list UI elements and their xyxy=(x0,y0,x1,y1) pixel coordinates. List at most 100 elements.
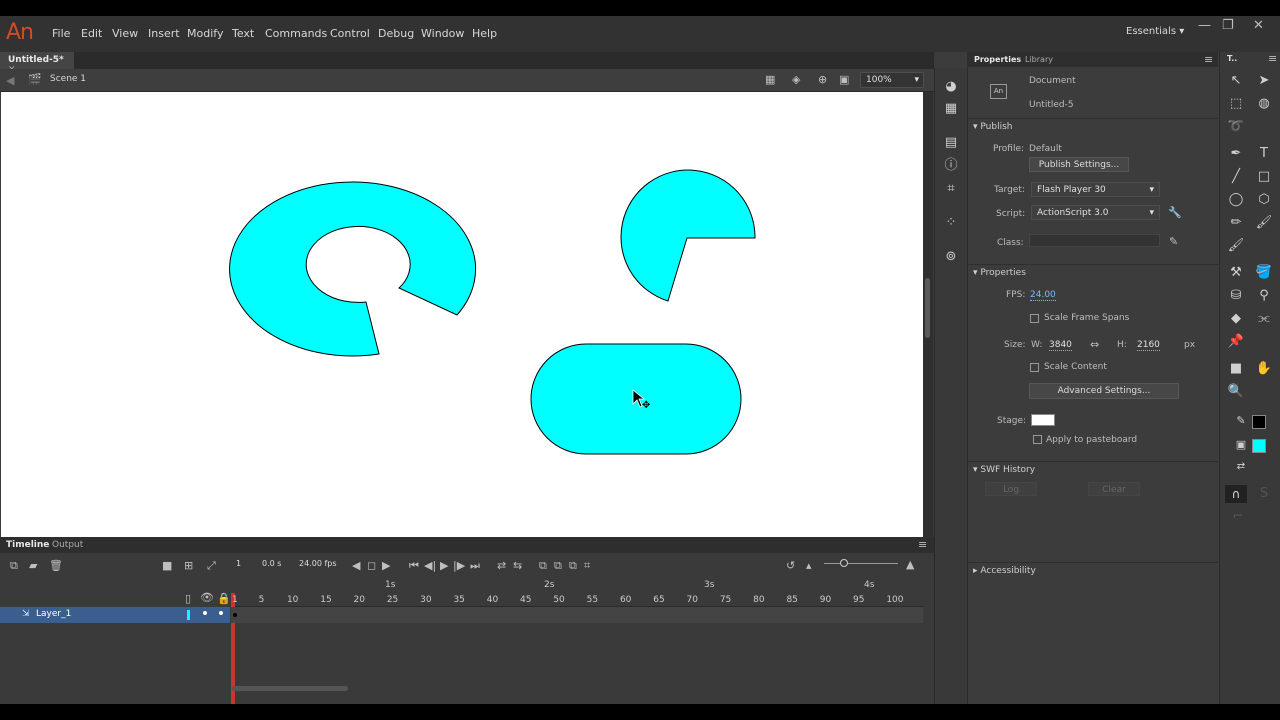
lock-icon[interactable]: 🔒 xyxy=(217,592,231,605)
menu-insert[interactable]: Insert xyxy=(148,27,180,40)
workspace-switcher[interactable]: Essentials ▾ xyxy=(1126,26,1184,37)
vertical-scroll-thumb[interactable] xyxy=(925,278,930,338)
new-folder-icon[interactable]: ▰ xyxy=(29,559,37,572)
text-tool-icon[interactable]: T xyxy=(1255,145,1273,163)
publish-section[interactable]: ▾ Publish xyxy=(973,122,1013,132)
minimize-button[interactable]: — xyxy=(1198,18,1211,33)
show-hide-icon[interactable]: 👁 xyxy=(200,591,214,604)
play-icon[interactable]: ▶ xyxy=(440,559,448,572)
align-icon[interactable]: ▤ xyxy=(942,134,960,152)
lasso-tool-icon[interactable]: ➰ xyxy=(1227,118,1245,136)
menu-window[interactable]: Window xyxy=(421,27,464,40)
rectangle-tool-icon[interactable]: □ xyxy=(1255,168,1273,186)
tab-properties[interactable]: Properties xyxy=(974,55,1021,64)
oval-tool-icon[interactable]: ◯ xyxy=(1227,191,1245,209)
panel-menu-icon[interactable]: ≡ xyxy=(918,538,927,551)
accessibility-section[interactable]: ▸ Accessibility xyxy=(973,566,1036,576)
bone-tool-icon[interactable]: ⚒ xyxy=(1227,264,1245,282)
tab-output[interactable]: Output xyxy=(52,540,83,550)
asset-warp-tool-icon[interactable]: 📌 xyxy=(1227,333,1245,351)
center-stage-icon[interactable]: ⊕ xyxy=(818,73,827,86)
clip-content-icon[interactable]: ▣ xyxy=(839,73,849,86)
close-button[interactable]: ✕ xyxy=(1253,18,1264,33)
insert-keyframe-icon[interactable]: ◻ xyxy=(367,559,376,572)
layer-name[interactable]: Layer_1 xyxy=(36,609,71,619)
stage[interactable]: ✥ xyxy=(1,92,923,540)
brush-tool-icon[interactable]: 🖌 xyxy=(1227,237,1245,255)
elapsed-time[interactable]: 0.0 s xyxy=(262,559,281,568)
info-icon[interactable]: ⓘ xyxy=(942,157,960,175)
delete-layer-icon[interactable]: 🗑 xyxy=(49,559,63,572)
edit-scene-icon[interactable]: ▦ xyxy=(765,73,775,86)
step-forward-icon[interactable]: |▶ xyxy=(453,559,465,572)
snap-to-objects-icon[interactable]: ∩ xyxy=(1225,485,1247,503)
layer-depth-icon[interactable]: ⤢ xyxy=(207,559,216,573)
current-frame[interactable]: 1 xyxy=(236,559,241,568)
fill-color-swatch[interactable] xyxy=(1252,439,1266,453)
pie-shape[interactable] xyxy=(620,169,756,302)
layer-color-swatch[interactable] xyxy=(187,610,190,620)
camera-icon[interactable]: ■ xyxy=(162,559,172,572)
menu-view[interactable]: View xyxy=(112,27,138,40)
loop-icon[interactable]: ⇄ xyxy=(497,559,506,572)
clear-button[interactable]: Clear xyxy=(1088,482,1140,496)
menu-debug[interactable]: Debug xyxy=(378,27,414,40)
zoom-select[interactable]: 100% ▾ xyxy=(860,72,924,88)
width-value[interactable]: 3840 xyxy=(1049,340,1072,351)
straighten-icon[interactable]: ⌐ xyxy=(1229,508,1247,526)
menu-edit[interactable]: Edit xyxy=(81,27,102,40)
next-keyframe-icon[interactable]: ▶ xyxy=(382,559,390,572)
frame-cells[interactable] xyxy=(231,607,923,623)
tab-library[interactable]: Library xyxy=(1025,55,1053,64)
layer-row[interactable] xyxy=(0,607,230,623)
scale-frame-spans-checkbox[interactable] xyxy=(1030,314,1039,323)
pencil-tool-icon[interactable]: ✏ xyxy=(1227,214,1245,232)
stroke-color-swatch[interactable] xyxy=(1252,415,1266,429)
height-value[interactable]: 2160 xyxy=(1137,340,1160,351)
menu-file[interactable]: File xyxy=(52,27,70,40)
hand-tool-icon[interactable]: ✋ xyxy=(1255,360,1273,378)
zoom-tool-icon[interactable]: 🔍 xyxy=(1227,383,1245,401)
first-frame-icon[interactable]: ⏮ xyxy=(409,559,419,573)
width-tool-icon[interactable]: ⫘ xyxy=(1255,310,1273,328)
swap-colors-icon[interactable]: ⇄ xyxy=(1232,458,1250,476)
zoom-out-frames-icon[interactable]: ▴ xyxy=(806,559,812,572)
smooth-icon[interactable]: S xyxy=(1255,485,1273,503)
ink-bottle-tool-icon[interactable]: ⛁ xyxy=(1227,287,1245,305)
zoom-in-frames-icon[interactable]: ▲ xyxy=(906,558,914,571)
transform-icon[interactable]: ⌗ xyxy=(942,180,960,198)
eraser-tool-icon[interactable]: ◆ xyxy=(1227,310,1245,328)
visibility-dot[interactable] xyxy=(203,611,207,615)
fps-value[interactable]: 24.00 xyxy=(1030,290,1056,301)
apply-pasteboard-checkbox[interactable] xyxy=(1033,435,1042,444)
parent-view-icon[interactable]: ⊞ xyxy=(184,559,193,572)
tab-timeline[interactable]: Timeline xyxy=(6,540,49,550)
link-icon[interactable]: ⇔ xyxy=(1090,338,1099,351)
edit-class-icon[interactable]: ✎ xyxy=(1169,235,1178,248)
maximize-button[interactable]: ❐ xyxy=(1222,18,1234,33)
tools-menu-icon[interactable]: ≡ xyxy=(1268,52,1277,65)
paint-brush-tool-icon[interactable]: 🖌 xyxy=(1255,214,1273,232)
wrench-icon[interactable]: 🔧 xyxy=(1168,206,1182,219)
paint-bucket-tool-icon[interactable]: 🪣 xyxy=(1255,264,1273,282)
menu-modify[interactable]: Modify xyxy=(187,27,223,40)
pen-tool-icon[interactable]: ✒ xyxy=(1227,145,1245,163)
eyedropper-tool-icon[interactable]: ⚲ xyxy=(1255,287,1273,305)
subselection-tool-icon[interactable]: ➤ xyxy=(1255,72,1273,90)
menu-commands[interactable]: Commands xyxy=(265,27,327,40)
swatches-icon[interactable]: ▦ xyxy=(942,100,960,118)
properties-menu-icon[interactable]: ≡ xyxy=(1204,53,1213,66)
highlight-layers-icon[interactable]: ▯ xyxy=(185,592,191,605)
stage-color-swatch[interactable] xyxy=(1031,414,1055,426)
edit-multiple-frames-icon[interactable]: ⧉ xyxy=(569,559,577,573)
cc-libraries-icon[interactable]: ⊚ xyxy=(942,248,960,266)
onion-outline-icon[interactable]: ⧉ xyxy=(554,559,562,573)
free-transform-tool-icon[interactable]: ⬚ xyxy=(1227,95,1245,113)
paint-palette-icon[interactable]: ◕ xyxy=(942,78,960,96)
class-input[interactable] xyxy=(1029,234,1160,247)
onion-skin-icon[interactable]: ⧉ xyxy=(539,559,547,573)
advanced-settings-button[interactable]: Advanced Settings... xyxy=(1029,383,1179,399)
frame-zoom-slider[interactable] xyxy=(824,563,898,564)
scale-content-checkbox[interactable] xyxy=(1030,363,1039,372)
publish-settings-button[interactable]: Publish Settings... xyxy=(1029,157,1129,172)
